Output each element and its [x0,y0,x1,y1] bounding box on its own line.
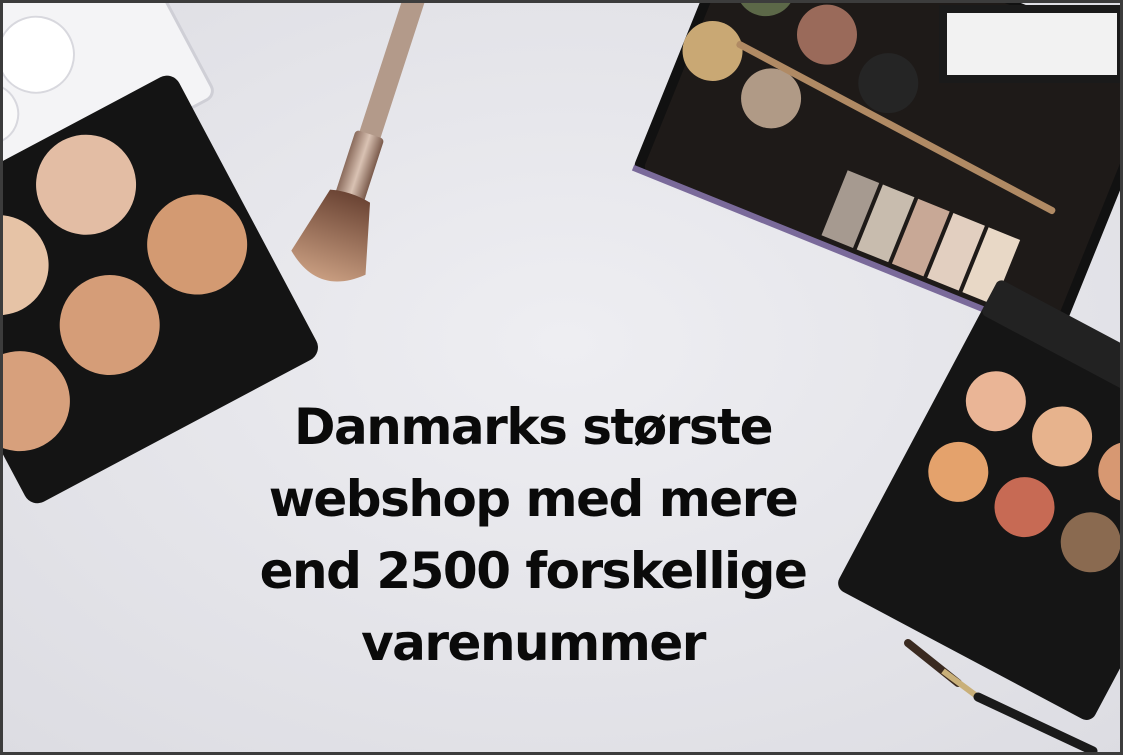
headline-line-2: webshop med mere [268,470,799,528]
headline-text: Danmarks største webshop med mere end 25… [193,391,873,679]
headline-line-4: varenummer [361,614,706,672]
image-frame: Danmarks største webshop med mere end 25… [0,0,1123,755]
headline-line-3: end 2500 forskellige [259,542,808,600]
headline-line-1: Danmarks største [293,398,774,456]
